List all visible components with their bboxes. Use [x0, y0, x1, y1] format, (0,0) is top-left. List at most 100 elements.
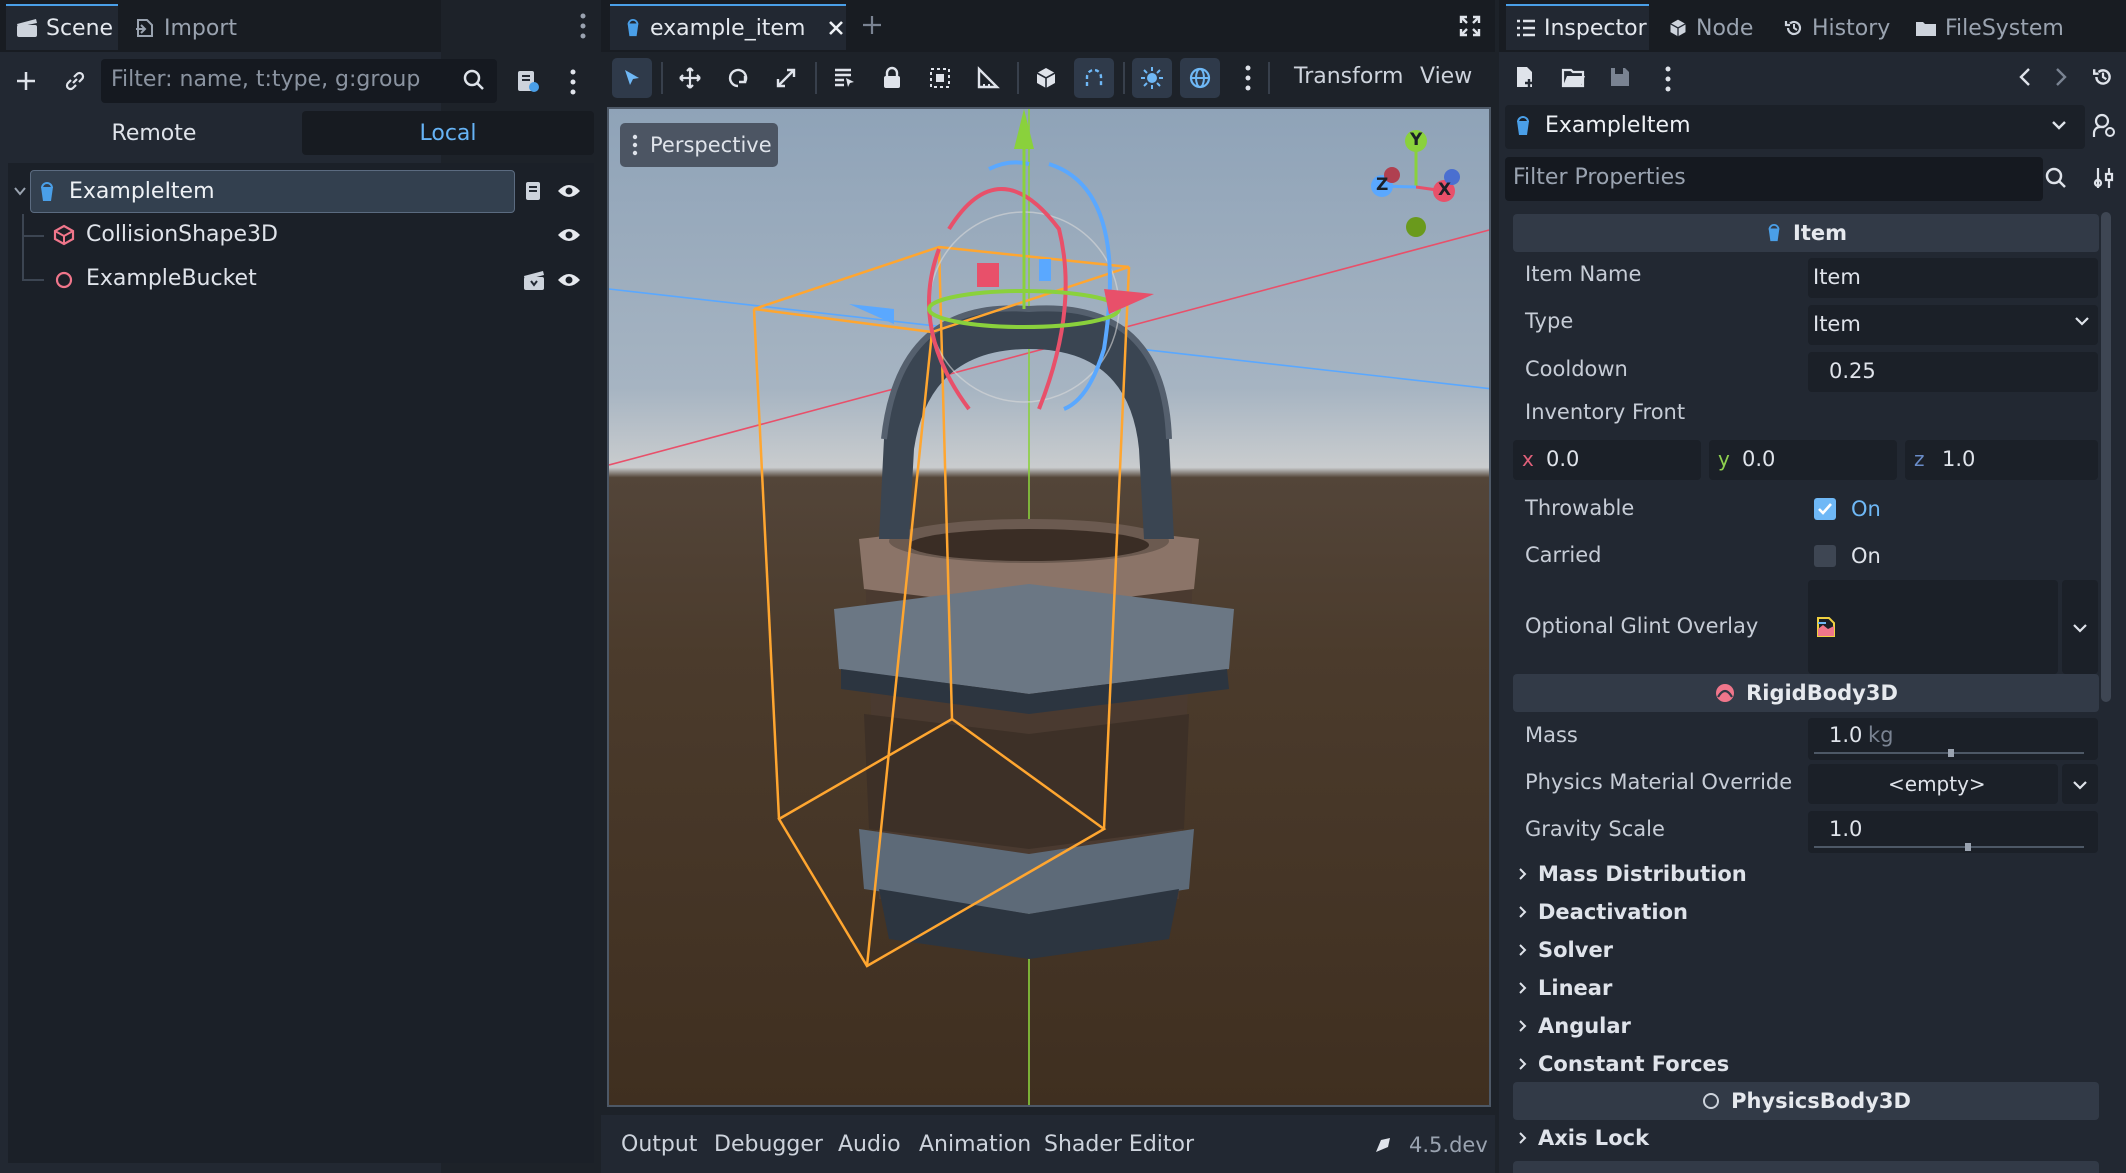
save-icon[interactable] [1609, 66, 1631, 88]
tab-history-label: History [1812, 15, 1891, 41]
scale-tool-button[interactable] [766, 58, 806, 98]
new-resource-icon[interactable] [1513, 65, 1537, 89]
inspector-scrollbar[interactable] [2101, 212, 2111, 702]
add-node-button[interactable] [6, 61, 46, 101]
bottom-tab-audio[interactable]: Audio [838, 1132, 901, 1157]
prop-inventory-front-x[interactable] [1513, 440, 1701, 480]
toolbar-kebab-icon[interactable] [1243, 62, 1253, 94]
distraction-free-icon[interactable] [1458, 14, 1482, 38]
group-linear[interactable]: Linear [1518, 973, 1612, 1003]
magnet-icon [1082, 66, 1106, 90]
group-deactivation[interactable]: Deactivation [1518, 897, 1688, 927]
attach-script-button[interactable] [507, 61, 547, 101]
chevron-right-icon [1518, 867, 1528, 881]
instantiate-scene-button[interactable] [55, 61, 95, 101]
scene-tab[interactable]: example_item [610, 4, 846, 50]
new-tab-plus-icon[interactable] [861, 14, 883, 36]
viewport-3d[interactable] [607, 107, 1491, 1107]
move-tool-button[interactable] [670, 58, 710, 98]
scene-tree [8, 163, 594, 1163]
prop-glint-picker[interactable] [1808, 580, 2058, 674]
carried-value: On [1851, 544, 1881, 568]
search-icon[interactable] [2044, 166, 2068, 190]
bottom-tab-shader-editor[interactable]: Shader Editor [1044, 1132, 1194, 1157]
inv-z-axis-label: z [1914, 447, 1925, 471]
scene-filter-placeholder: Filter: name, t:type, g:group [111, 67, 421, 92]
section-physicsbody-header[interactable]: PhysicsBody3D [1513, 1082, 2099, 1120]
group-angular[interactable]: Angular [1518, 1011, 1631, 1041]
scene-tree-kebab-icon[interactable] [567, 66, 579, 98]
search-icon[interactable] [462, 68, 486, 92]
list-select-button[interactable] [824, 58, 864, 98]
inv-z-value: 1.0 [1942, 447, 1976, 471]
section-item-header[interactable]: Item [1513, 214, 2099, 252]
preview-environment-button[interactable] [1180, 58, 1220, 98]
tools-icon[interactable] [2092, 166, 2116, 190]
local-tab[interactable]: Local [302, 111, 594, 155]
tab-import[interactable]: Import [134, 6, 237, 50]
node-doc-icon[interactable] [2092, 113, 2116, 139]
transform-menu[interactable]: Transform [1294, 64, 1403, 89]
tab-node-label: Node [1696, 15, 1754, 41]
prop-inventory-front-z[interactable] [1905, 440, 2098, 480]
group-button[interactable] [920, 58, 960, 98]
chevron-right-icon [1518, 981, 1528, 995]
gravity-slider-grabber[interactable] [1965, 843, 1971, 851]
preview-sun-button[interactable] [1132, 58, 1172, 98]
view-gizmo[interactable]: Y X Z [1360, 125, 1480, 245]
perspective-menu[interactable]: Perspective [620, 123, 778, 167]
visibility-eye-icon[interactable] [557, 272, 581, 288]
history-back-icon[interactable] [2018, 66, 2032, 88]
visibility-eye-icon[interactable] [557, 183, 581, 199]
throwable-checkbox[interactable] [1814, 498, 1836, 520]
prop-cooldown-label: Cooldown [1525, 357, 1628, 381]
section-rigidbody-label: RigidBody3D [1746, 681, 1898, 705]
chevron-down-icon [2050, 118, 2068, 132]
item-node-icon [1513, 115, 1533, 137]
select-tool-button[interactable] [612, 58, 652, 98]
bottom-tab-animation[interactable]: Animation [919, 1132, 1031, 1157]
bottom-tab-debugger[interactable]: Debugger [714, 1132, 823, 1157]
throwable-value: On [1851, 497, 1881, 521]
left-dock-kebab-icon[interactable] [575, 10, 591, 42]
tab-history[interactable]: History [1784, 6, 1890, 50]
view-menu[interactable]: View [1420, 64, 1472, 89]
object-history-icon[interactable] [2092, 66, 2114, 88]
link-icon [63, 69, 87, 93]
tab-filesystem[interactable]: FileSystem [1915, 6, 2064, 50]
tree-collapse-arrow[interactable] [12, 180, 28, 205]
prop-item-name-label: Item Name [1525, 262, 1642, 286]
tab-node[interactable]: Node [1668, 6, 1753, 50]
lock-button[interactable] [872, 58, 912, 98]
group-constant-forces[interactable]: Constant Forces [1518, 1049, 1729, 1079]
prop-type-label: Type [1525, 309, 1574, 333]
mass-slider-grabber[interactable] [1948, 749, 1954, 757]
inspector-kebab-icon[interactable] [1663, 64, 1673, 94]
prop-inventory-front-y[interactable] [1709, 440, 1897, 480]
remote-tab[interactable]: Remote [8, 111, 300, 155]
rotate-tool-button[interactable] [718, 58, 758, 98]
script-icon [514, 68, 540, 94]
gravity-slider-track[interactable] [1814, 846, 2084, 848]
tab-scene[interactable]: Scene [6, 4, 118, 50]
open-folder-icon[interactable] [1561, 66, 1587, 88]
group-axis-lock[interactable]: Axis Lock [1518, 1123, 1649, 1153]
carried-checkbox[interactable] [1814, 545, 1836, 567]
open-scene-icon[interactable] [522, 270, 546, 292]
group-solver[interactable]: Solver [1518, 935, 1613, 965]
group-mass-distribution[interactable]: Mass Distribution [1518, 859, 1747, 889]
close-icon[interactable] [827, 19, 845, 37]
script-attached-icon[interactable] [523, 180, 545, 202]
ruler-button[interactable] [968, 58, 1008, 98]
bottom-tab-output[interactable]: Output [621, 1132, 697, 1157]
local-space-button[interactable] [1026, 58, 1066, 98]
history-forward-icon[interactable] [2054, 66, 2068, 88]
section-rigidbody-header[interactable]: RigidBody3D [1513, 674, 2099, 712]
visibility-eye-icon[interactable] [557, 227, 581, 243]
chevron-right-icon [1518, 943, 1528, 957]
update-spinner-icon[interactable] [1372, 1134, 1394, 1156]
sun-icon [1140, 66, 1164, 90]
tab-inspector[interactable]: Inspector [1506, 4, 1649, 50]
tab-inspector-label: Inspector [1544, 15, 1647, 41]
snap-button[interactable] [1074, 58, 1114, 98]
